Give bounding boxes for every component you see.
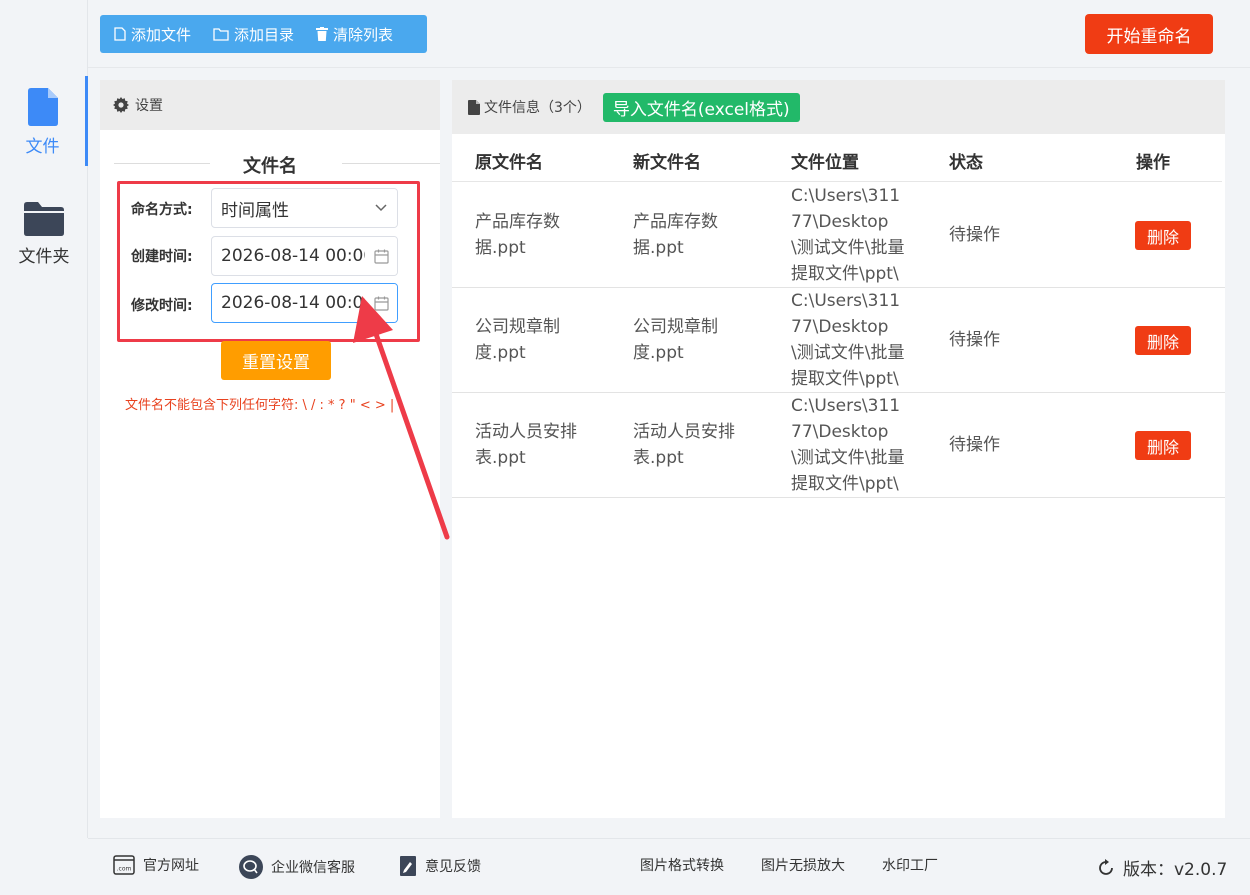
feedback-icon: [400, 856, 416, 876]
feedback-label: 意见反馈: [425, 859, 481, 875]
divider: [88, 67, 1250, 68]
left-nav: 文件 文件夹: [0, 0, 88, 838]
column-header: 操作: [1136, 153, 1170, 173]
reset-settings-button[interactable]: 重置设置: [221, 341, 331, 380]
table-header: 原文件名 新文件名 文件位置 状态 操作: [452, 134, 1222, 182]
file-location: C:\Users\31177\Desktop\测试文件\批量提取文件\ppt\: [791, 291, 905, 389]
nav-file-label: 文件: [25, 137, 60, 157]
svg-text:.com: .com: [117, 866, 132, 873]
file-location: C:\Users\31177\Desktop\测试文件\批量提取文件\ppt\: [791, 186, 905, 284]
wechat-support-label: 企业微信客服: [271, 860, 355, 876]
clear-list-button[interactable]: 清除列表: [316, 24, 393, 45]
image-format-convert-link[interactable]: 图片格式转换: [640, 855, 724, 875]
file-location: C:\Users\31177\Desktop\测试文件\批量提取文件\ppt\: [791, 396, 905, 494]
file-info-panel: 文件信息（3个） 导入文件名(excel格式) 原文件名 新文件名 文件位置 状…: [452, 80, 1225, 818]
refresh-icon: [1099, 858, 1113, 875]
file-icon: [27, 88, 58, 126]
wechat-icon: [239, 855, 263, 879]
folder-outline-icon: [213, 27, 229, 41]
file-info-title: 文件信息（3个）: [484, 100, 591, 116]
version-info[interactable]: 版本：v2.0.7: [1096, 855, 1227, 880]
watermark-factory-link[interactable]: 水印工厂: [882, 855, 938, 875]
nav-item-file[interactable]: 文件: [0, 76, 88, 166]
add-directory-label: 添加目录: [234, 25, 295, 44]
status-text: 待操作: [949, 225, 1000, 245]
new-filename: 产品库存数据.ppt: [633, 212, 718, 258]
settings-header: 设置: [100, 80, 440, 130]
clear-list-label: 清除列表: [333, 25, 394, 44]
website-icon: .com: [113, 855, 135, 875]
document-icon: [468, 99, 480, 115]
gear-icon: [113, 97, 129, 113]
file-info-header: 文件信息（3个） 导入文件名(excel格式): [452, 80, 1225, 134]
column-header: 状态: [949, 153, 983, 173]
image-format-convert-label: 图片格式转换: [640, 858, 724, 874]
feedback-link[interactable]: 意见反馈: [399, 855, 481, 877]
official-website-label: 官方网址: [143, 858, 199, 874]
new-filename: 公司规章制度.ppt: [633, 317, 718, 363]
settings-panel: 设置 文件名 命名方式: 时间属性 创建时间: 2026-08-14 00:00…: [100, 80, 440, 818]
new-filename: 活动人员安排表.ppt: [633, 422, 735, 468]
delete-button[interactable]: 删除: [1135, 326, 1191, 355]
column-header: 原文件名: [475, 153, 543, 173]
add-directory-button[interactable]: 添加目录: [213, 24, 294, 45]
delete-button[interactable]: 删除: [1135, 431, 1191, 460]
original-filename: 活动人员安排表.ppt: [475, 422, 577, 468]
column-header: 新文件名: [633, 153, 701, 173]
folder-icon: [24, 202, 64, 236]
settings-title: 设置: [135, 98, 163, 114]
original-filename: 公司规章制度.ppt: [475, 317, 560, 363]
image-enlarge-label: 图片无损放大: [761, 858, 845, 874]
divider: [342, 163, 440, 164]
watermark-factory-label: 水印工厂: [882, 858, 938, 874]
wechat-support-link[interactable]: 企业微信客服: [239, 855, 355, 879]
delete-button[interactable]: 删除: [1135, 221, 1191, 250]
import-excel-button[interactable]: 导入文件名(excel格式): [602, 92, 800, 122]
table-row: 公司规章制度.ppt 公司规章制度.ppt C:\Users\31177\Des…: [452, 288, 1225, 393]
start-rename-button[interactable]: 开始重命名: [1085, 14, 1213, 54]
status-text: 待操作: [949, 330, 1000, 350]
original-filename: 产品库存数据.ppt: [475, 212, 560, 258]
image-enlarge-link[interactable]: 图片无损放大: [761, 855, 845, 875]
trash-icon: [316, 27, 329, 41]
filename-warning: 文件名不能包含下列任何字符: \ / : * ? " < > |: [125, 398, 395, 413]
column-header: 文件位置: [791, 153, 859, 173]
footer: .com 官方网址 企业微信客服 意见反馈 图片格式转换 图片无损放大 水印工厂…: [88, 838, 1250, 895]
status-text: 待操作: [949, 435, 1000, 455]
version-label: 版本：v2.0.7: [1123, 860, 1228, 880]
nav-folder-label: 文件夹: [18, 247, 70, 267]
official-website-link[interactable]: .com 官方网址: [113, 855, 199, 875]
add-file-label: 添加文件: [131, 25, 192, 44]
table-row: 产品库存数据.ppt 产品库存数据.ppt C:\Users\31177\Des…: [452, 183, 1225, 288]
table-row: 活动人员安排表.ppt 活动人员安排表.ppt C:\Users\31177\D…: [452, 393, 1225, 498]
highlight-annotation-box: [117, 181, 420, 342]
toolbar: 添加文件 添加目录 清除列表: [100, 15, 427, 53]
nav-item-folder[interactable]: 文件夹: [0, 190, 88, 280]
add-file-button[interactable]: 添加文件: [114, 24, 191, 45]
section-title: 文件名: [243, 156, 297, 177]
file-outline-icon: [114, 27, 126, 41]
